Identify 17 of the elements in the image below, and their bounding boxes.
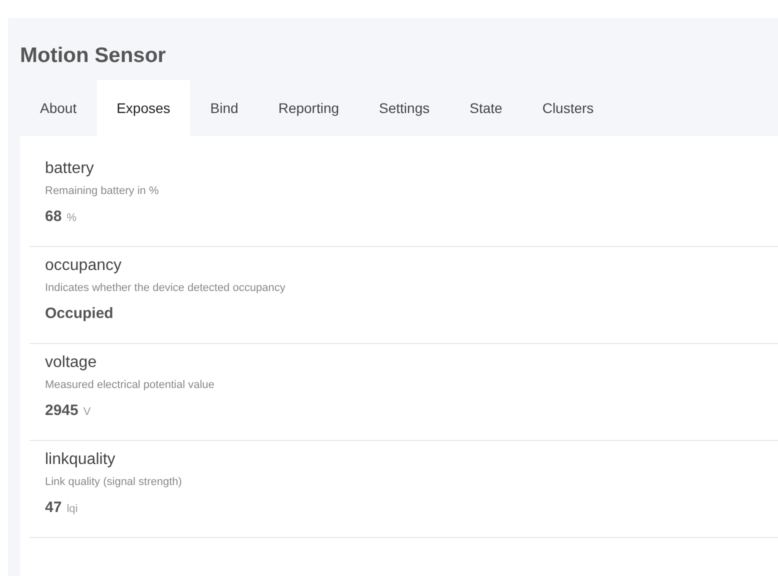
expose-description: Measured electrical potential value	[45, 378, 216, 393]
expose-unit: V	[83, 405, 91, 420]
expose-description: Link quality (signal strength)	[45, 475, 183, 490]
expose-value: Occupied	[45, 304, 114, 324]
expose-description: Remaining battery in %	[45, 184, 160, 199]
expose-value: 68	[45, 207, 62, 227]
tab[interactable]: Exposes	[96, 80, 190, 136]
expose-name: battery	[45, 159, 95, 179]
expose-name: occupancy	[45, 256, 122, 276]
expose-value: 2945	[45, 401, 78, 421]
expose-description: Indicates whether the device detected occupancy	[45, 281, 286, 296]
device-title: Motion Sensor	[20, 43, 167, 69]
expose-unit: lqi	[66, 502, 78, 517]
expose-value: 47	[45, 498, 62, 518]
expose-name: linkquality	[45, 450, 116, 470]
expose-name: voltage	[45, 353, 98, 373]
expose-unit: %	[66, 211, 76, 226]
